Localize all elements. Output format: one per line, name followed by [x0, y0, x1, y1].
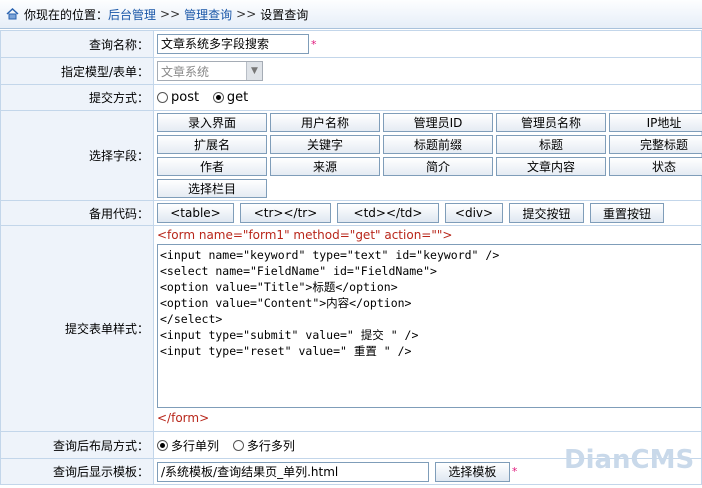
required-marker: * [511, 465, 518, 478]
insert-table-button[interactable]: <table> [157, 203, 234, 223]
field-button[interactable]: 标题 [496, 135, 606, 154]
layout-single-column-radio[interactable] [157, 439, 168, 451]
breadcrumb-separator: >> [160, 7, 181, 21]
row-query-name: 查询名称： 文章系统多字段搜索 * [0, 30, 702, 58]
required-marker: * [311, 37, 317, 51]
home-icon [6, 7, 19, 20]
breadcrumb-link-admin[interactable]: 后台管理 [108, 6, 156, 23]
field-button[interactable]: 标题前缀 [383, 135, 493, 154]
code-label: 备用代码： [0, 200, 154, 226]
insert-submit-button[interactable]: 提交按钮 [509, 203, 584, 223]
field-button[interactable]: IP地址 [609, 113, 702, 132]
row-fields: 选择字段： 录入界面 用户名称 管理员ID 管理员名称 IP地址 扩展名 关键字… [0, 110, 702, 201]
model-label: 指定模型/表单： [0, 57, 154, 85]
breadcrumb: 你现在的位置： 后台管理 >> 管理查询 >> 设置查询 [0, 0, 702, 29]
field-button[interactable]: 作者 [157, 157, 267, 176]
choose-template-button[interactable]: 选择模板 [434, 461, 510, 482]
layout-label: 查询后布局方式： [0, 431, 154, 459]
fields-label: 选择字段： [0, 110, 154, 201]
query-name-input[interactable]: 文章系统多字段搜索 [157, 34, 309, 54]
layout-single-column-label[interactable]: 多行单列 [171, 439, 219, 453]
row-model: 指定模型/表单： 文章系统 ▼ [0, 57, 702, 85]
row-layout: 查询后布局方式： 多行单列 多行多列 [0, 431, 702, 459]
display-template-input[interactable]: /系统模板/查询结果页_单列.html [157, 461, 429, 482]
query-settings-form: 查询名称： 文章系统多字段搜索 * 指定模型/表单： 文章系统 ▼ 提交方式： p… [0, 30, 702, 485]
display-template-label: 查询后显示模板： [0, 458, 154, 485]
field-button[interactable]: 扩展名 [157, 135, 267, 154]
field-button[interactable]: 状态 [609, 157, 702, 176]
field-button[interactable]: 用户名称 [270, 113, 380, 132]
template-code-textarea[interactable]: <input name="keyword" type="text" id="ke… [157, 244, 702, 408]
method-post-radio[interactable] [157, 92, 168, 103]
row-template: 提交表单样式： <form name="form1" method="get" … [0, 225, 702, 432]
insert-tr-button[interactable]: <tr></tr> [240, 203, 331, 223]
row-method: 提交方式： post get [0, 84, 702, 111]
chevron-down-icon[interactable]: ▼ [246, 62, 262, 80]
insert-div-button[interactable]: <div> [445, 203, 503, 223]
method-get-label[interactable]: get [227, 90, 248, 105]
field-button[interactable]: 完整标题 [609, 135, 702, 154]
field-button-grid: 录入界面 用户名称 管理员ID 管理员名称 IP地址 扩展名 关键字 标题前缀 … [157, 111, 702, 200]
field-button[interactable]: 管理员ID [383, 113, 493, 132]
template-label: 提交表单样式： [0, 225, 154, 432]
breadcrumb-link-query-manage[interactable]: 管理查询 [184, 6, 232, 23]
method-post-label[interactable]: post [171, 90, 199, 105]
code-button-group: <table> <tr></tr> <td></td> <div> 提交按钮 重… [157, 203, 701, 223]
breadcrumb-current: 设置查询 [260, 7, 309, 22]
row-code: 备用代码： <table> <tr></tr> <td></td> <div> … [0, 200, 702, 226]
field-button[interactable]: 管理员名称 [496, 113, 606, 132]
query-name-label: 查询名称： [0, 30, 154, 58]
method-get-radio[interactable] [212, 92, 224, 103]
field-button[interactable]: 文章内容 [496, 157, 606, 176]
breadcrumb-separator: >> [236, 7, 257, 21]
field-button[interactable]: 选择栏目 [157, 179, 267, 198]
field-button[interactable]: 来源 [270, 157, 380, 176]
layout-multi-column-label[interactable]: 多行多列 [247, 439, 295, 453]
breadcrumb-prefix: 你现在的位置： [24, 7, 109, 22]
method-label: 提交方式： [0, 84, 154, 111]
insert-reset-button[interactable]: 重置按钮 [590, 203, 664, 223]
form-close-tag: </form> [157, 411, 210, 425]
field-button[interactable]: 关键字 [270, 135, 380, 154]
row-display-template: 查询后显示模板： /系统模板/查询结果页_单列.html 选择模板 * [0, 458, 702, 485]
layout-multi-column-radio[interactable] [232, 439, 244, 451]
model-select-value: 文章系统 [161, 64, 210, 79]
model-select[interactable]: 文章系统 ▼ [157, 61, 263, 81]
insert-td-button[interactable]: <td></td> [337, 203, 439, 223]
form-open-tag: <form name="form1" method="get" action="… [157, 228, 453, 242]
field-button[interactable]: 简介 [383, 157, 493, 176]
field-button[interactable]: 录入界面 [157, 113, 267, 132]
